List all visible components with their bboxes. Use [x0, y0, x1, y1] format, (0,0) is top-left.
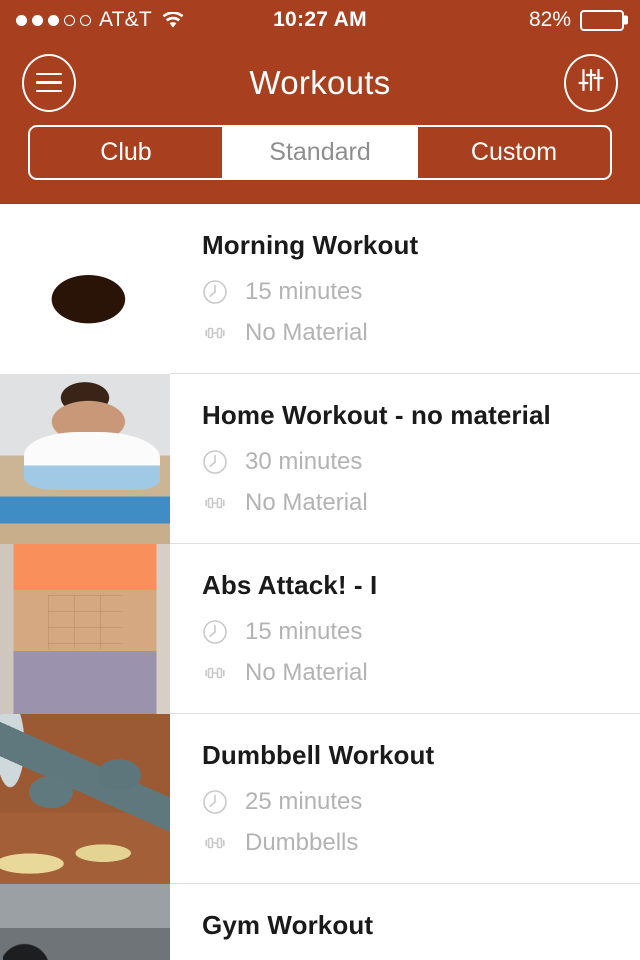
workout-row-body: Gym Workout: [170, 884, 640, 960]
clock-icon: [203, 790, 227, 814]
hamburger-menu-button[interactable]: [22, 53, 76, 112]
workout-duration-label: 30 minutes: [245, 448, 363, 475]
hamburger-menu-icon: [36, 72, 62, 93]
tab-custom[interactable]: Custom: [418, 127, 610, 178]
workout-thumbnail: [0, 714, 170, 884]
status-bar-right: 82%: [529, 8, 624, 32]
dumbbell-icon: [205, 327, 225, 339]
workout-title: Gym Workout: [202, 910, 374, 940]
navigation-bar: Workouts: [0, 40, 640, 125]
workout-duration: 25 minutes: [202, 788, 640, 816]
workout-title: Abs Attack! - I: [202, 570, 378, 600]
tab-standard[interactable]: Standard: [224, 127, 418, 178]
page-title: Workouts: [249, 63, 391, 101]
filter-button[interactable]: [564, 53, 618, 112]
workout-thumbnail: [0, 544, 170, 714]
battery-icon: [580, 9, 624, 31]
workout-material-label: No Material: [245, 659, 368, 686]
workout-list: Morning Workout 15 minutes No Material H…: [0, 204, 640, 960]
clock-icon: [203, 450, 227, 474]
workout-list-item[interactable]: Dumbbell Workout 25 minutes Dumbbells: [0, 714, 640, 884]
workout-material-label: Dumbbells: [245, 829, 359, 856]
workout-material: Dumbbells: [202, 829, 640, 857]
status-bar: AT&T 10:27 AM 82%: [0, 0, 640, 40]
workout-title: Morning Workout: [202, 230, 419, 260]
workout-material: No Material: [202, 659, 640, 687]
clock-icon: [203, 620, 227, 644]
workout-duration: 15 minutes: [202, 618, 640, 646]
dumbbell-icon: [205, 837, 225, 849]
workout-material: No Material: [202, 489, 640, 517]
workout-row-body: Abs Attack! - I 15 minutes No Material: [170, 544, 640, 714]
workout-title: Dumbbell Workout: [202, 740, 435, 770]
workout-list-item[interactable]: Abs Attack! - I 15 minutes No Material: [0, 544, 640, 714]
dumbbell-icon: [205, 667, 225, 679]
workout-duration: 30 minutes: [202, 448, 640, 476]
workout-row-body: Dumbbell Workout 25 minutes Dumbbells: [170, 714, 640, 884]
segmented-control[interactable]: Club Standard Custom: [28, 125, 612, 180]
status-bar-time: 10:27 AM: [273, 8, 367, 31]
clock-icon: [203, 280, 227, 304]
workout-material-label: No Material: [245, 319, 368, 346]
workout-list-item[interactable]: Morning Workout 15 minutes No Material: [0, 204, 640, 374]
tab-club[interactable]: Club: [30, 127, 224, 178]
segmented-control-container: Club Standard Custom: [0, 125, 640, 204]
workout-thumbnail: [0, 884, 170, 960]
workout-material: No Material: [202, 319, 640, 347]
dumbbell-icon: [205, 497, 225, 509]
signal-strength-icon: [16, 14, 91, 26]
workout-duration: 15 minutes: [202, 278, 640, 306]
sliders-filter-icon: [577, 66, 605, 99]
workout-duration-label: 25 minutes: [245, 788, 363, 815]
battery-percent-label: 82%: [528, 8, 571, 31]
workout-list-item[interactable]: Gym Workout: [0, 884, 640, 960]
workout-thumbnail: [0, 374, 170, 544]
workout-list-item[interactable]: Home Workout - no material 30 minutes No…: [0, 374, 640, 544]
workout-duration-label: 15 minutes: [245, 618, 363, 645]
workout-row-body: Home Workout - no material 30 minutes No…: [170, 374, 640, 544]
carrier-label: AT&T: [99, 8, 152, 31]
status-bar-left: AT&T: [16, 8, 184, 32]
workout-row-body: Morning Workout 15 minutes No Material: [170, 204, 640, 374]
workout-material-label: No Material: [245, 489, 368, 516]
workout-duration-label: 15 minutes: [245, 278, 363, 305]
workout-title: Home Workout - no material: [202, 400, 551, 430]
wifi-icon: [162, 11, 184, 29]
workout-thumbnail: [0, 204, 170, 374]
